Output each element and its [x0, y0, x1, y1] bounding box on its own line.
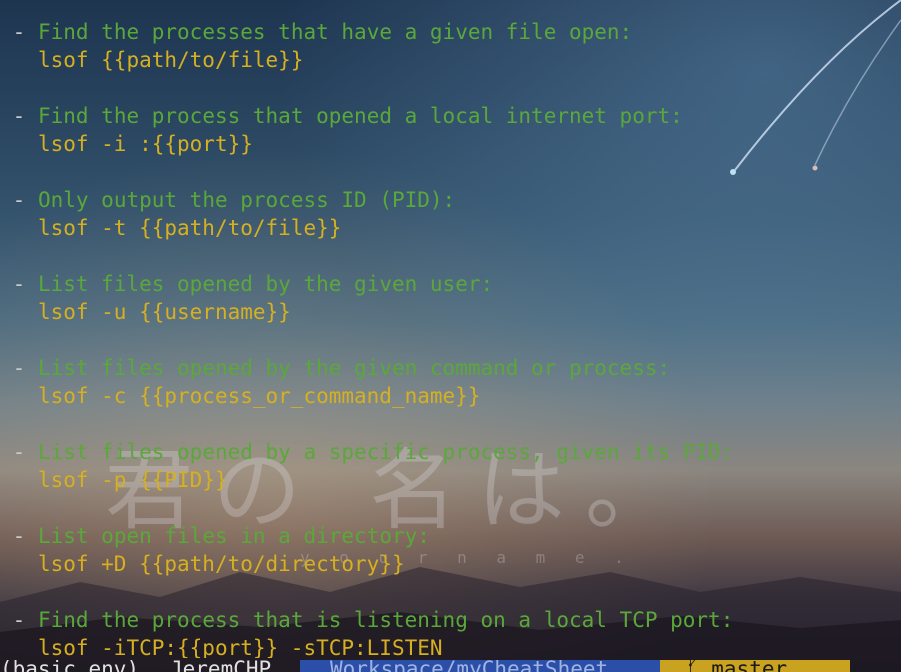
entry-command: lsof -t {{path/to/file}} — [37, 216, 342, 240]
entry-command-line: lsof -c {{process_or_command_name}} — [0, 382, 901, 410]
entry-command-line: lsof {{path/to/file}} — [0, 46, 901, 74]
bullet-dash: - — [12, 356, 26, 380]
entry-description-line: - Only output the process ID (PID): — [0, 186, 901, 214]
tldr-entry: - Find the process that is listening on … — [0, 606, 901, 658]
entry-description: List open files in a directory: — [37, 524, 430, 548]
entry-description-line: - List open files in a directory: — [0, 522, 901, 550]
bullet-dash: - — [12, 440, 26, 464]
entry-description-line: - List files opened by a specific proces… — [0, 438, 901, 466]
tldr-entry: - List files opened by a specific proces… — [0, 438, 901, 522]
entry-command: lsof {{path/to/file}} — [37, 48, 304, 72]
entry-command-line: lsof -p {{PID}} — [0, 466, 901, 494]
tldr-entry: - Find the process that opened a local i… — [0, 102, 901, 186]
entry-description: Only output the process ID (PID): — [37, 188, 456, 212]
entry-command-line: lsof -u {{username}} — [0, 298, 901, 326]
entry-description-line: - List files opened by the given command… — [0, 354, 901, 382]
bullet-dash: - — [12, 524, 26, 548]
prompt-git-branch: master — [711, 660, 788, 672]
tldr-entry: - List files opened by the given user: l… — [0, 270, 901, 354]
tldr-entry: - List open files in a directory: lsof +… — [0, 522, 901, 606]
prompt-path-segment: Workspace/myCheatSheet — [300, 660, 660, 672]
entry-command-line: lsof -i :{{port}} — [0, 130, 901, 158]
entry-command-line: lsof -t {{path/to/file}} — [0, 214, 901, 242]
entry-command: lsof +D {{path/to/directory}} — [37, 552, 405, 576]
entry-command: lsof -c {{process_or_command_name}} — [37, 384, 481, 408]
entry-description: List files opened by the given user: — [37, 272, 494, 296]
entry-command: lsof -iTCP:{{port}} -sTCP:LISTEN — [37, 636, 443, 658]
entry-command-line: lsof -iTCP:{{port}} -sTCP:LISTEN — [0, 634, 901, 658]
entry-description-line: - Find the processes that have a given f… — [0, 18, 901, 46]
prompt-env-name: (basic_env) — [0, 660, 140, 672]
entry-description-line: - Find the process that opened a local i… — [0, 102, 901, 130]
entry-command: lsof -i :{{port}} — [37, 132, 253, 156]
shell-prompt: (basic_env) JeremCHP Workspace/myCheatSh… — [0, 660, 901, 672]
terminal-output[interactable]: - Find the processes that have a given f… — [0, 18, 901, 658]
bullet-dash: - — [12, 188, 26, 212]
entry-description: Find the process that is listening on a … — [37, 608, 734, 632]
prompt-git-segment: ᚶ master — [660, 660, 850, 672]
entry-description: List files opened by the given command o… — [37, 356, 671, 380]
entry-description-line: - List files opened by the given user: — [0, 270, 901, 298]
prompt-username: JeremCHP — [170, 660, 272, 672]
prompt-path: Workspace/myCheatSheet — [330, 660, 609, 672]
tldr-entry: - Only output the process ID (PID): lsof… — [0, 186, 901, 270]
bullet-dash: - — [12, 20, 26, 44]
tldr-entry: - Find the processes that have a given f… — [0, 18, 901, 102]
bullet-dash: - — [12, 272, 26, 296]
branch-icon: ᚶ — [686, 660, 699, 672]
entry-description: Find the processes that have a given fil… — [37, 20, 633, 44]
bullet-dash: - — [12, 104, 26, 128]
entry-description: Find the process that opened a local int… — [37, 104, 683, 128]
entry-command: lsof -p {{PID}} — [37, 468, 228, 492]
entry-description: List files opened by a specific process,… — [37, 440, 734, 464]
entry-command-line: lsof +D {{path/to/directory}} — [0, 550, 901, 578]
bullet-dash: - — [12, 608, 26, 632]
entry-description-line: - Find the process that is listening on … — [0, 606, 901, 634]
entry-command: lsof -u {{username}} — [37, 300, 291, 324]
tldr-entry: - List files opened by the given command… — [0, 354, 901, 438]
